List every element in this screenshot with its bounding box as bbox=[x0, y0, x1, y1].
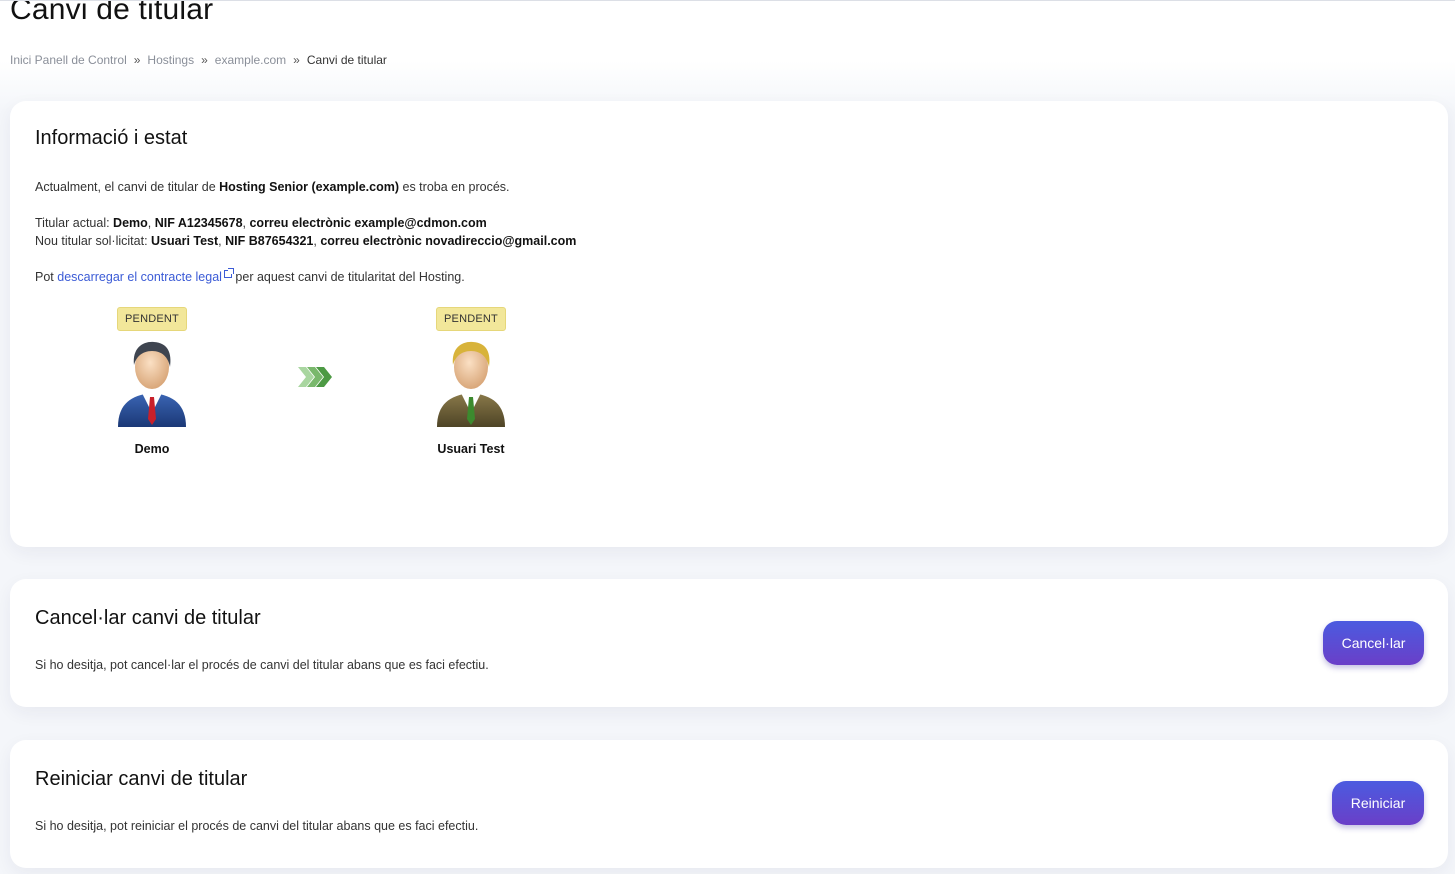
download-contract-link[interactable]: descarregar el contracte legal bbox=[57, 268, 234, 284]
breadcrumb-current: Canvi de titular bbox=[306, 53, 387, 67]
new-holder-email: correu electrònic novadireccio@gmail.com bbox=[320, 234, 577, 248]
cancel-heading: Cancel·lar canvi de titular bbox=[35, 607, 261, 629]
new-holder-nif: NIF B87654321 bbox=[225, 234, 314, 248]
page: Canvi de titular Inici Panell de Control… bbox=[0, 0, 1455, 874]
current-holder-avatar-name: Demo bbox=[134, 442, 170, 456]
contract-suffix: per aquest canvi de titularitat del Host… bbox=[231, 270, 465, 284]
status-suffix: es troba en procés. bbox=[399, 180, 510, 194]
current-holder-nif: NIF A12345678 bbox=[154, 216, 243, 230]
breadcrumb-separator: » bbox=[133, 53, 141, 67]
status-badge: PENDENT bbox=[436, 307, 506, 331]
page-title: Canvi de titular bbox=[10, 0, 214, 26]
current-holder-email: correu electrònic example@cdmon.com bbox=[249, 216, 487, 230]
status-text: Actualment, el canvi de titular de Hosti… bbox=[35, 178, 576, 196]
current-holder-line: Titular actual: Demo, NIF A12345678, cor… bbox=[35, 216, 487, 230]
new-holder-label: Nou titular sol·licitat: bbox=[35, 234, 152, 248]
restart-heading: Reiniciar canvi de titular bbox=[35, 768, 248, 790]
cancel-change-card: Cancel·lar canvi de titular Si ho desitj… bbox=[10, 579, 1448, 707]
new-holder-name: Usuari Test bbox=[151, 234, 219, 248]
new-holder-avatar-name: Usuari Test bbox=[437, 442, 505, 456]
info-heading: Informació i estat bbox=[35, 127, 188, 149]
service-name: Hosting Senior (example.com) bbox=[219, 180, 400, 194]
info-status-card: Informació i estat Actualment, el canvi … bbox=[10, 101, 1448, 547]
new-holder-card: PENDENT Usuari Test bbox=[411, 307, 531, 456]
new-holder-line: Nou titular sol·licitat: Usuari Test, NI… bbox=[35, 234, 577, 248]
restart-description: Si ho desitja, pot reiniciar el procés d… bbox=[35, 819, 479, 833]
contract-prefix: Pot bbox=[35, 270, 58, 284]
current-holder-label: Titular actual: bbox=[35, 216, 114, 230]
restart-button[interactable]: Reiniciar bbox=[1332, 781, 1424, 825]
cancel-description: Si ho desitja, pot cancel·lar el procés … bbox=[35, 658, 489, 672]
breadcrumb-home[interactable]: Inici Panell de Control bbox=[10, 53, 127, 67]
triple-chevron-right-icon bbox=[298, 367, 332, 387]
breadcrumb: Inici Panell de Control » Hostings » example… bbox=[10, 53, 387, 67]
current-holder-name: Demo bbox=[113, 216, 148, 230]
breadcrumb-separator: » bbox=[201, 53, 208, 67]
breadcrumb-hostings[interactable]: Hostings bbox=[147, 53, 194, 67]
current-holder-card: PENDENT Demo bbox=[92, 307, 212, 456]
businessman-blue-suit-icon bbox=[118, 341, 186, 427]
status-prefix: Actualment, el canvi de titular de bbox=[35, 180, 220, 194]
status-badge: PENDENT bbox=[117, 307, 187, 331]
restart-change-card: Reiniciar canvi de titular Si ho desitja… bbox=[10, 740, 1448, 868]
download-contract-label: descarregar el contracte legal bbox=[57, 270, 222, 284]
breadcrumb-separator: » bbox=[293, 53, 300, 67]
breadcrumb-domain[interactable]: example.com bbox=[215, 53, 286, 67]
info-body: Actualment, el canvi de titular de Hosti… bbox=[35, 178, 576, 286]
external-link-icon bbox=[223, 268, 234, 278]
contract-line: Pot descarregar el contracte legal per a… bbox=[35, 268, 576, 286]
cancel-button[interactable]: Cancel·lar bbox=[1323, 621, 1424, 665]
businessman-olive-suit-icon bbox=[437, 341, 505, 427]
